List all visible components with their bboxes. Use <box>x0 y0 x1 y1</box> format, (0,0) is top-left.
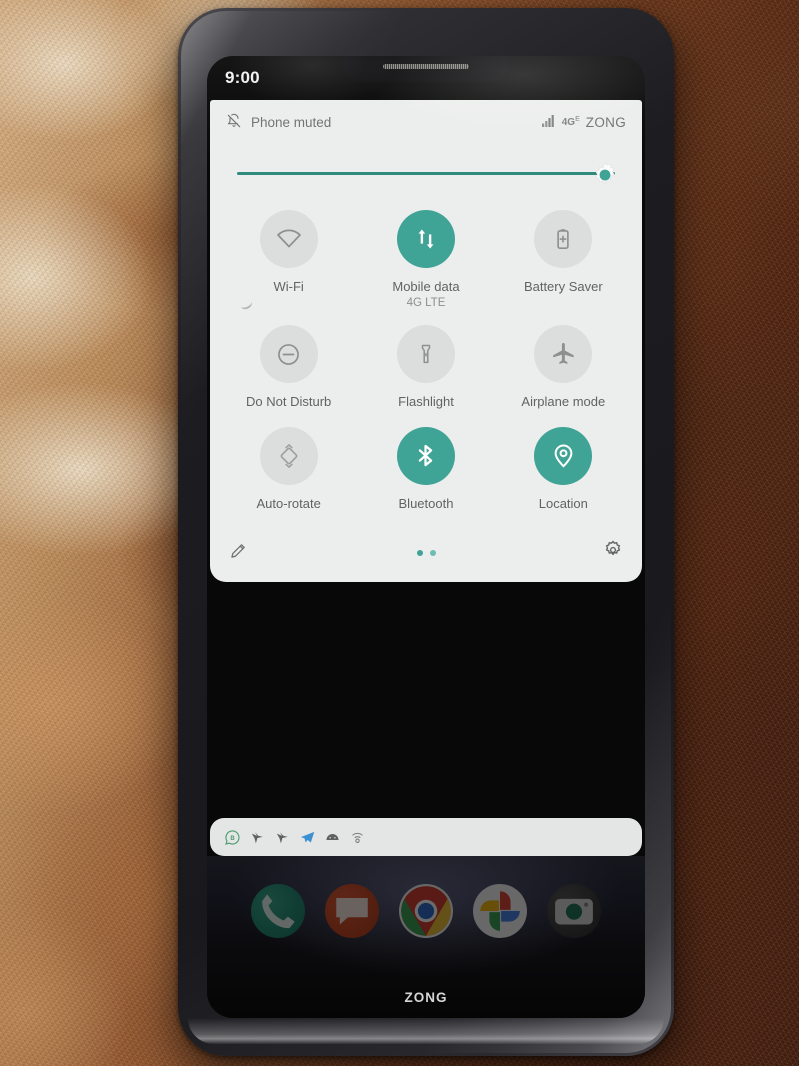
svg-text:B: B <box>230 835 235 841</box>
quick-tile-label: Location <box>538 495 588 511</box>
page-dot-active[interactable] <box>416 549 423 556</box>
android-head-icon[interactable] <box>324 829 341 846</box>
notification-icons-strip[interactable]: B <box>210 818 642 856</box>
quick-tile-battery-saver[interactable]: Battery Saver <box>495 210 632 309</box>
brightness-sun-icon[interactable] <box>591 159 619 187</box>
earpiece-speaker-grille <box>383 64 469 69</box>
quick-tile-bluetooth[interactable]: Bluetooth <box>357 426 494 512</box>
wifi-lock-icon[interactable] <box>349 829 366 846</box>
photograph-of-phone-on-carpet: 9:00 Phone muted 4GE ZONG Wi-Fi Mobile d… <box>0 0 799 1066</box>
status-bar-clock: 9:00 <box>225 68 260 87</box>
flashlight-icon[interactable] <box>396 325 455 384</box>
minus-circle-icon[interactable] <box>259 325 318 384</box>
home-carrier-label: ZONG <box>404 990 448 1005</box>
brightness-slider[interactable] <box>237 156 615 190</box>
phone-muted-label: Phone muted <box>251 114 332 130</box>
auto-rotate-icon[interactable] <box>259 426 318 485</box>
quick-tile-sublabel: 4G LTE <box>406 297 446 310</box>
bird-app-icon-2[interactable] <box>274 829 291 846</box>
photos-app[interactable] <box>473 884 527 938</box>
network-type-indicator: 4GE <box>561 115 580 128</box>
quick-tile-label: Mobile data <box>392 279 460 294</box>
quick-tile-airplane-mode[interactable]: Airplane mode <box>495 325 632 410</box>
signal-bars-icon <box>541 114 556 130</box>
quick-tile-flashlight[interactable]: Flashlight <box>357 325 494 410</box>
quick-settings-footer <box>210 530 642 576</box>
chrome-app[interactable] <box>399 884 453 938</box>
bluetooth-icon[interactable] <box>396 426 455 485</box>
carrier-name-label: ZONG <box>585 114 626 130</box>
camera-app[interactable] <box>547 884 601 938</box>
airplane-icon[interactable] <box>534 325 593 384</box>
phone-device-in-clear-case: 9:00 Phone muted 4GE ZONG Wi-Fi Mobile d… <box>178 8 674 1056</box>
whatsapp-business-icon[interactable]: B <box>224 829 241 846</box>
bell-slash-icon <box>226 113 242 132</box>
quick-tile-label: Bluetooth <box>398 495 454 511</box>
quick-tile-label: Wi-Fi <box>273 279 304 294</box>
quick-tile-label: Auto-rotate <box>256 495 321 511</box>
display-notch <box>344 56 508 82</box>
quick-tile-mobile-data[interactable]: Mobile data 4G LTE <box>357 210 494 309</box>
telegram-icon[interactable] <box>299 829 316 846</box>
quick-tile-label: Flashlight <box>398 394 454 410</box>
bird-app-icon-1[interactable] <box>249 829 266 846</box>
quick-settings-tile-grid: Wi-Fi Mobile data 4G LTE Battery Saver D… <box>210 196 642 516</box>
phone-app[interactable] <box>251 884 305 938</box>
home-screen-background: ZONG <box>207 856 645 1018</box>
page-dot-inactive[interactable] <box>429 549 436 556</box>
quick-tile-wifi[interactable]: Wi-Fi <box>220 210 357 309</box>
app-dock <box>207 884 645 938</box>
quick-tile-auto-rotate[interactable]: Auto-rotate <box>220 426 357 512</box>
quick-tile-label: Battery Saver <box>523 279 603 294</box>
quick-settings-header: Phone muted 4GE ZONG <box>210 100 642 144</box>
quick-tile-location[interactable]: Location <box>495 426 632 512</box>
wifi-icon[interactable] <box>259 210 318 268</box>
quick-settings-page-dots[interactable] <box>210 549 642 556</box>
quick-tile-label: Do Not Disturb <box>246 394 332 410</box>
brightness-slider-track[interactable] <box>237 172 615 175</box>
phone-screen: 9:00 Phone muted 4GE ZONG Wi-Fi Mobile d… <box>207 56 645 1018</box>
quick-tile-do-not-disturb[interactable]: Do Not Disturb <box>220 325 357 410</box>
quick-tile-label: Airplane mode <box>521 394 606 410</box>
messages-app[interactable] <box>325 884 379 938</box>
location-pin-icon[interactable] <box>534 426 593 485</box>
quick-settings-panel: Phone muted 4GE ZONG Wi-Fi Mobile data 4… <box>210 100 642 582</box>
battery-plus-icon[interactable] <box>534 210 593 268</box>
data-arrows-icon[interactable] <box>396 210 455 268</box>
